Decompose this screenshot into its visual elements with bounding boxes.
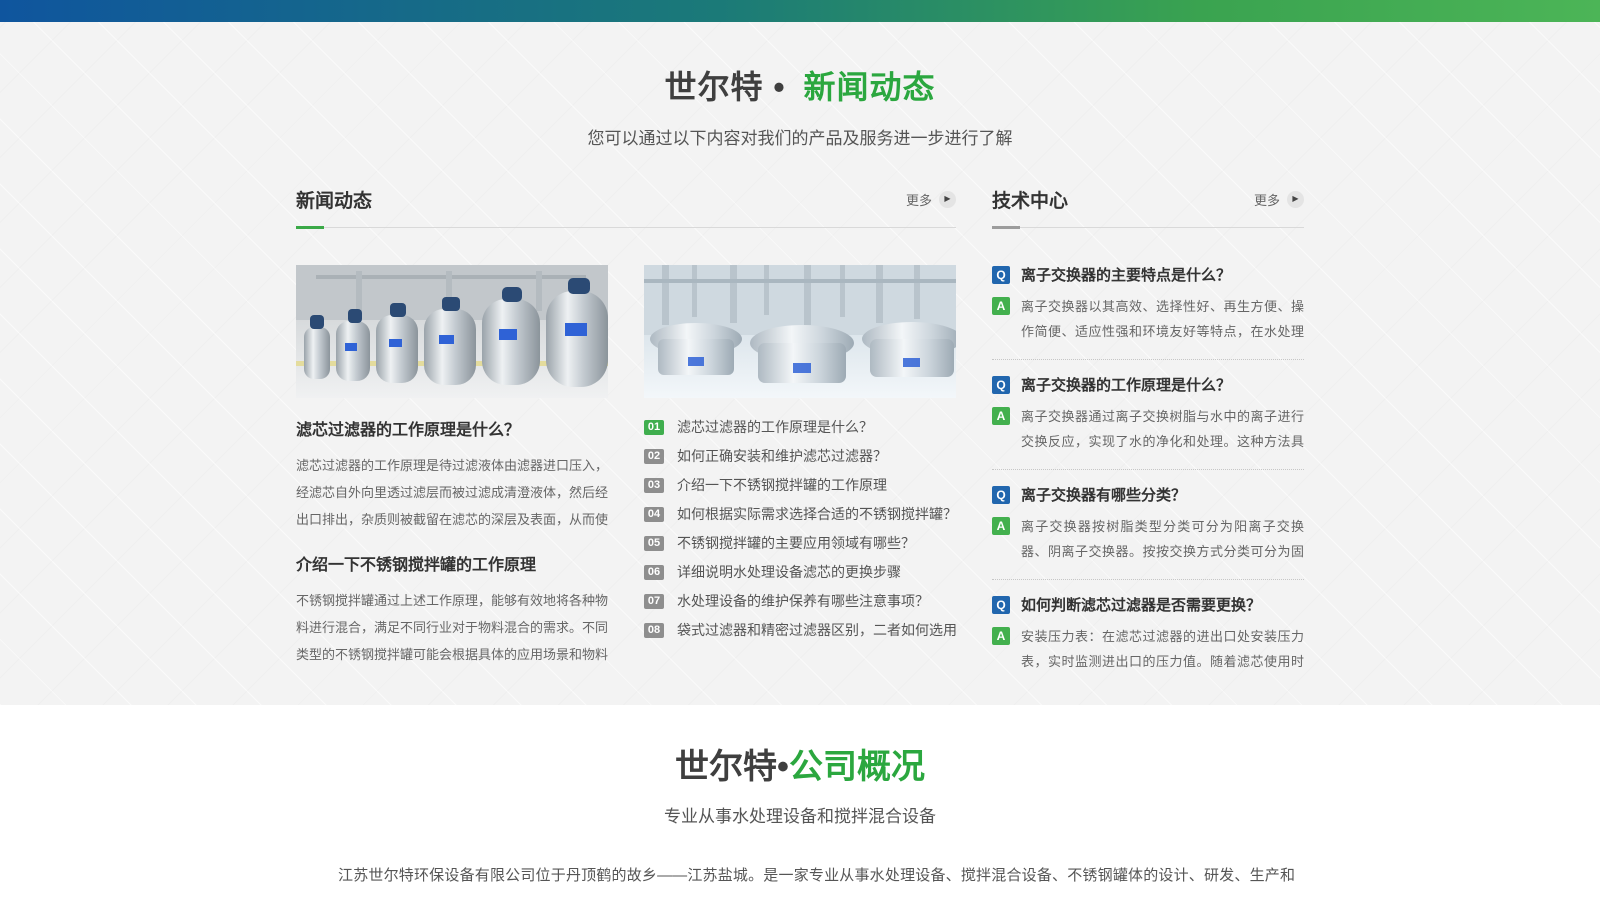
qa-item: Q 如何判断滤芯过滤器是否需要更换？ A 安装压力表：在滤芯过滤器的进出口处安装… [992,594,1304,674]
a-badge-icon: A [992,517,1010,535]
qa-question: 离子交换器有哪些分类？ [1021,484,1186,505]
tech-more-label: 更多 [1254,190,1280,209]
company-overview-section: 世尔特•公司概况 专业从事水处理设备和搅拌混合设备 江苏世尔特环保设备有限公司位… [0,705,1600,897]
qa-answer-row: A 安装压力表：在滤芯过滤器的进出口处安装压力表，实时监测进出口的压力值。随着滤… [992,624,1304,674]
news-section-subtitle: 您可以通过以下内容对我们的产品及服务进一步进行了解 [0,124,1600,149]
q-badge-icon: Q [992,596,1010,614]
headline-text: 滤芯过滤器的工作原理是什么？ [677,417,873,437]
headline-text: 如何正确安装和维护滤芯过滤器？ [677,446,887,466]
headline-number-badge: 01 [644,420,664,435]
headline-text: 详细说明水处理设备滤芯的更换步骤 [677,562,901,582]
qa-question: 如何判断滤芯过滤器是否需要更换？ [1021,594,1261,615]
headline-item[interactable]: 05 不锈钢搅拌罐的主要应用领域有哪些？ [644,535,956,551]
news-title-brand: 世尔特 • [664,69,785,105]
top-gradient-bar [0,0,1600,22]
tech-more-link[interactable]: 更多 ▶ [1254,190,1304,209]
headline-item[interactable]: 03 介绍一下不锈钢搅拌罐的工作原理 [644,477,956,493]
q-badge-icon: Q [992,376,1010,394]
news-block: 新闻动态 更多 ▶ [296,187,956,674]
qa-answer: 离子交换器以其高效、选择性好、再生方便、操作简便、适应性强和环境友好等特点，在水… [1021,294,1304,344]
qa-item: Q 离子交换器的工作原理是什么？ A 离子交换器通过离子交换树脂与水中的离子进行… [992,374,1304,454]
news-block-header: 新闻动态 更多 ▶ [296,187,956,211]
news-title-accent: 新闻动态 [803,69,935,105]
headline-number-badge: 05 [644,536,664,551]
news-more-link[interactable]: 更多 ▶ [906,190,956,209]
headline-item[interactable]: 08 袋式过滤器和精密过滤器区别，二者如何选用 [644,622,956,638]
news-section-title: 世尔特 • 新闻动态 [0,22,1600,108]
about-section-subtitle: 专业从事水处理设备和搅拌混合设备 [0,802,1600,827]
qa-question-row[interactable]: Q 如何判断滤芯过滤器是否需要更换？ [992,594,1304,615]
tech-center-block: 技术中心 更多 ▶ Q 离子交换器的主要特点是什么？ A 离子交换器以其高效、选… [992,187,1304,674]
dotted-divider [992,359,1304,360]
news-photo-reactor-vessels[interactable] [644,265,956,398]
headline-text: 介绍一下不锈钢搅拌罐的工作原理 [677,475,887,495]
headline-number-badge: 02 [644,449,664,464]
news-more-label: 更多 [906,190,932,209]
news-heading-rule [296,227,956,228]
headline-text: 如何根据实际需求选择合适的不锈钢搅拌罐？ [677,504,956,524]
dotted-divider [992,469,1304,470]
news-photo-mixing-tanks[interactable] [296,265,608,398]
news-article-title[interactable]: 滤芯过滤器的工作原理是什么？ [296,416,608,440]
q-badge-icon: Q [992,486,1010,504]
qa-question: 离子交换器的工作原理是什么？ [1021,374,1231,395]
tech-block-header: 技术中心 更多 ▶ [992,187,1304,211]
news-article-excerpt: 滤芯过滤器的工作原理是待过滤液体由滤器进口压入，经滤芯自外向里透过滤层而被过滤成… [296,452,608,533]
arrow-right-icon: ▶ [1287,191,1304,208]
news-columns: 滤芯过滤器的工作原理是什么？ 滤芯过滤器的工作原理是待过滤液体由滤器进口压入，经… [296,265,956,668]
dotted-divider [992,579,1304,580]
qa-answer: 离子交换器按树脂类型分类可分为阳离子交换器、阴离子交换器。按按交换方式分类可分为… [1021,514,1304,564]
news-article-title[interactable]: 介绍一下不锈钢搅拌罐的工作原理 [296,551,608,575]
headline-number-badge: 03 [644,478,664,493]
tech-heading-rule [992,227,1304,228]
qa-item: Q 离子交换器的主要特点是什么？ A 离子交换器以其高效、选择性好、再生方便、操… [992,264,1304,344]
qa-answer-row: A 离子交换器以其高效、选择性好、再生方便、操作简便、适应性强和环境友好等特点，… [992,294,1304,344]
qa-question-row[interactable]: Q 离子交换器的工作原理是什么？ [992,374,1304,395]
headline-number-badge: 06 [644,565,664,580]
news-column-articles: 滤芯过滤器的工作原理是什么？ 滤芯过滤器的工作原理是待过滤液体由滤器进口压入，经… [296,265,608,668]
headline-number-badge: 04 [644,507,664,522]
headline-text: 水处理设备的维护保养有哪些注意事项？ [677,591,929,611]
news-block-heading: 新闻动态 [296,186,372,213]
qa-question-row[interactable]: Q 离子交换器的主要特点是什么？ [992,264,1304,285]
news-section: 世尔特 • 新闻动态 您可以通过以下内容对我们的产品及服务进一步进行了解 新闻动… [0,22,1600,705]
headline-item[interactable]: 04 如何根据实际需求选择合适的不锈钢搅拌罐？ [644,506,956,522]
qa-answer-row: A 离子交换器按树脂类型分类可分为阳离子交换器、阴离子交换器。按按交换方式分类可… [992,514,1304,564]
about-section-title: 世尔特•公司概况 [0,705,1600,788]
qa-list: Q 离子交换器的主要特点是什么？ A 离子交换器以其高效、选择性好、再生方便、操… [992,264,1304,674]
headline-number-badge: 07 [644,594,664,609]
news-article: 介绍一下不锈钢搅拌罐的工作原理 不锈钢搅拌罐通过上述工作原理，能够有效地将各种物… [296,551,608,668]
about-title-brand: 世尔特• [675,748,789,786]
three-column-area: 新闻动态 更多 ▶ [296,187,1304,674]
qa-answer-row: A 离子交换器通过离子交换树脂与水中的离子进行交换反应，实现了水的净化和处理。这… [992,404,1304,454]
a-badge-icon: A [992,407,1010,425]
qa-answer: 离子交换器通过离子交换树脂与水中的离子进行交换反应，实现了水的净化和处理。这种方… [1021,404,1304,454]
news-headline-list: 01 滤芯过滤器的工作原理是什么？ 02 如何正确安装和维护滤芯过滤器？ 03 … [644,419,956,638]
about-title-accent: 公司概况 [789,748,925,786]
headline-item[interactable]: 06 详细说明水处理设备滤芯的更换步骤 [644,564,956,580]
news-article-excerpt: 不锈钢搅拌罐通过上述工作原理，能够有效地将各种物料进行混合，满足不同行业对于物料… [296,587,608,668]
headline-item[interactable]: 01 滤芯过滤器的工作原理是什么？ [644,419,956,435]
headline-item[interactable]: 02 如何正确安装和维护滤芯过滤器？ [644,448,956,464]
arrow-right-icon: ▶ [939,191,956,208]
company-intro-paragraph: 江苏世尔特环保设备有限公司位于丹顶鹤的故乡——江苏盐城。是一家专业从事水处理设备… [305,857,1295,897]
headline-text: 不锈钢搅拌罐的主要应用领域有哪些？ [677,533,915,553]
a-badge-icon: A [992,297,1010,315]
q-badge-icon: Q [992,266,1010,284]
qa-question-row[interactable]: Q 离子交换器有哪些分类？ [992,484,1304,505]
news-column-list: 01 滤芯过滤器的工作原理是什么？ 02 如何正确安装和维护滤芯过滤器？ 03 … [644,265,956,668]
qa-question: 离子交换器的主要特点是什么？ [1021,264,1231,285]
qa-item: Q 离子交换器有哪些分类？ A 离子交换器按树脂类型分类可分为阳离子交换器、阴离… [992,484,1304,564]
headline-item[interactable]: 07 水处理设备的维护保养有哪些注意事项？ [644,593,956,609]
headline-number-badge: 08 [644,623,664,638]
news-article: 滤芯过滤器的工作原理是什么？ 滤芯过滤器的工作原理是待过滤液体由滤器进口压入，经… [296,416,608,533]
qa-answer: 安装压力表：在滤芯过滤器的进出口处安装压力表，实时监测进出口的压力值。随着滤芯使… [1021,624,1304,674]
a-badge-icon: A [992,627,1010,645]
tech-block-heading: 技术中心 [992,186,1068,213]
headline-text: 袋式过滤器和精密过滤器区别，二者如何选用 [677,620,956,640]
